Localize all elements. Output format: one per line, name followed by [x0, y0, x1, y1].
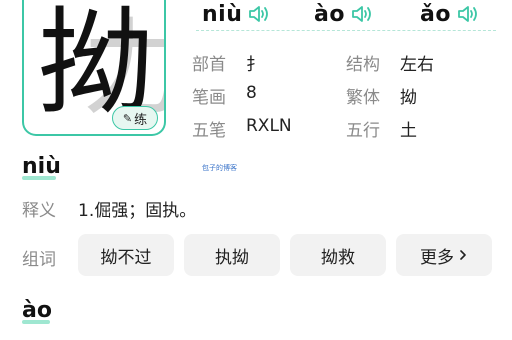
radical-value: 扌 [246, 55, 263, 75]
strokes-value: 8 [246, 83, 257, 103]
word-button[interactable]: 拗救 [290, 234, 386, 276]
speaker-icon[interactable] [457, 4, 479, 24]
speaker-icon[interactable] [248, 4, 270, 24]
word-button[interactable]: 执拗 [184, 234, 280, 276]
wubi-label: 五笔 [192, 121, 226, 141]
section-pinyin-ao: ào [22, 298, 52, 323]
section-pinyin-niu: niù [22, 154, 61, 179]
traditional-value: 拗 [400, 88, 417, 108]
pinyin-text: ǎo [420, 1, 451, 27]
watermark-text: 包子的博客 [202, 164, 237, 172]
pencil-icon: ✎ [122, 111, 133, 125]
pronunciation-niu[interactable]: niù [202, 0, 270, 28]
practice-label: 练 [134, 112, 148, 128]
info-row: 笔画 8 繁体 拗 [192, 83, 492, 116]
practice-button[interactable]: ✎ 练 [112, 106, 158, 130]
chevron-right-icon [460, 250, 466, 260]
character-card: 力 拗 ✎ 练 [22, 0, 166, 136]
pronunciation-ao[interactable]: ào [314, 0, 373, 28]
info-row: 部首 扌 结构 左右 [192, 50, 492, 83]
radical-label: 部首 [192, 55, 226, 75]
wubi-value: RXLN [246, 116, 292, 136]
strokes-label: 笔画 [192, 88, 226, 108]
meaning-label: 释义 [22, 201, 56, 221]
wuxing-label: 五行 [346, 121, 380, 141]
meaning-text: 1.倔强；固执。 [78, 201, 197, 221]
structure-value: 左右 [400, 55, 434, 75]
word-button[interactable]: 拗不过 [78, 234, 174, 276]
info-row: 五笔 RXLN 五行 土 [192, 116, 492, 149]
character-info: 部首 扌 结构 左右 笔画 8 繁体 拗 五笔 RXLN 五行 土 [192, 50, 492, 149]
pronunciation-row: niù ào ǎo [196, 0, 496, 31]
words-label: 组词 [22, 250, 56, 270]
traditional-label: 繁体 [346, 88, 380, 108]
more-words-button[interactable]: 更多 [396, 234, 492, 276]
wuxing-value: 土 [400, 121, 417, 141]
speaker-icon[interactable] [351, 4, 373, 24]
pinyin-text: niù [202, 1, 243, 27]
more-label: 更多 [420, 247, 454, 268]
pinyin-text: ào [314, 1, 345, 27]
pronunciation-ao3[interactable]: ǎo [420, 0, 479, 28]
structure-label: 结构 [346, 55, 380, 75]
